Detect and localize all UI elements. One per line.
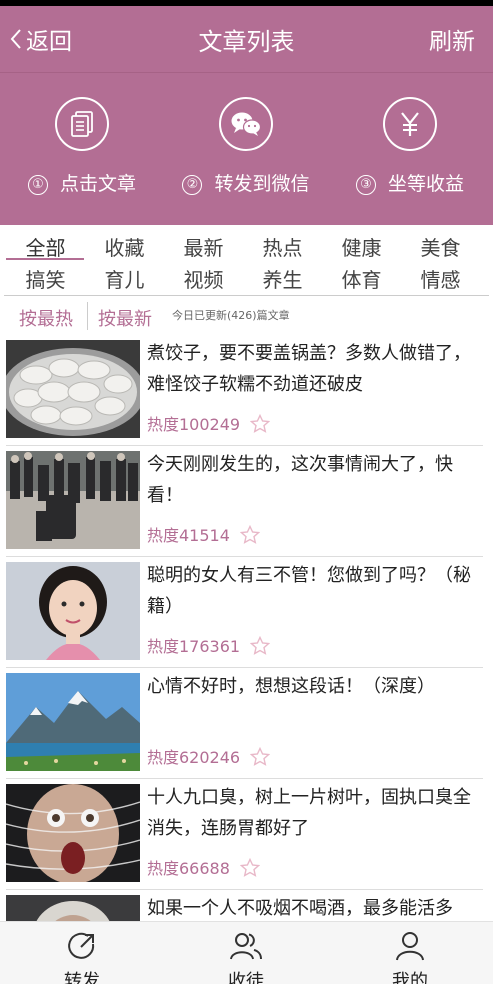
sort-bar: 按最热 按最新 今日已更新(426)篇文章	[0, 296, 493, 336]
category-health[interactable]: 健康	[322, 232, 401, 261]
sort-new-button[interactable]: 按最新	[98, 305, 152, 331]
category-latest[interactable]: 最新	[164, 232, 243, 261]
header: 返回 文章列表 刷新	[0, 6, 493, 72]
category-all[interactable]: 全部	[6, 232, 85, 261]
category-wellness[interactable]: 养生	[243, 264, 322, 293]
article-thumbnail-crowd	[6, 451, 140, 549]
article-title[interactable]: 今天刚刚发生的，这次事情闹大了，快看！	[147, 449, 480, 511]
tab-recruit-label: 收徒	[228, 971, 264, 984]
article-heat: 热度100249	[147, 411, 271, 435]
update-info: 今日已更新(426)篇文章	[172, 309, 290, 322]
sort-hot-button[interactable]: 按最热	[19, 305, 73, 331]
article-heat: 热度620246	[147, 744, 271, 768]
article-title[interactable]: 十人九口臭，树上一片树叶，固执口臭全消失，连肠胃都好了	[147, 782, 480, 844]
tab-profile-label: 我的	[392, 971, 428, 984]
star-icon[interactable]	[250, 413, 271, 433]
article-title[interactable]: 聪明的女人有三不管！您做到了吗？（秘籍）	[147, 560, 480, 622]
category-favorites[interactable]: 收藏	[85, 232, 164, 261]
article-thumbnail-dumplings	[6, 340, 140, 438]
tab-share-label: 转发	[64, 971, 100, 984]
active-category-underline	[6, 258, 84, 260]
category-sports[interactable]: 体育	[322, 264, 401, 293]
step-2: ② 转发到微信	[164, 73, 328, 225]
tab-share[interactable]: 转发	[0, 922, 164, 984]
article-heat: 热度176361	[147, 633, 271, 657]
refresh-button[interactable]: 刷新	[429, 22, 475, 56]
category-parenting[interactable]: 育儿	[85, 264, 164, 293]
star-icon[interactable]	[239, 857, 260, 877]
page-title: 文章列表	[198, 28, 295, 56]
category-hot[interactable]: 热点	[243, 232, 322, 261]
step-3: ③ 坐等收益	[328, 73, 492, 225]
category-funny[interactable]: 搞笑	[6, 264, 85, 293]
step-1: ① 点击文章	[0, 73, 164, 225]
users-icon	[230, 933, 262, 960]
article-item[interactable]: 心情不好时，想想这段话！（深度） 热度620246	[6, 669, 483, 779]
category-emotion[interactable]: 情感	[401, 264, 480, 293]
wechat-icon	[219, 97, 273, 151]
article-item[interactable]: 煮饺子，要不要盖锅盖？多数人做错了，难怪饺子软糯不劲道还破皮 热度100249	[6, 336, 483, 446]
article-thumbnail-face	[6, 784, 140, 882]
star-icon[interactable]	[250, 746, 271, 766]
article-item[interactable]: 聪明的女人有三不管！您做到了吗？（秘籍） 热度176361	[6, 558, 483, 668]
article-title[interactable]: 煮饺子，要不要盖锅盖？多数人做错了，难怪饺子软糯不劲道还破皮	[147, 338, 480, 400]
category-grid: 全部 收藏 最新 热点 健康 美食 搞笑 育儿 视频 养生 体育 情感	[0, 228, 493, 294]
article-thumbnail-woman	[6, 562, 140, 660]
sort-separator	[87, 302, 88, 330]
category-video[interactable]: 视频	[164, 264, 243, 293]
article-item[interactable]: 今天刚刚发生的，这次事情闹大了，快看！ 热度41514	[6, 447, 483, 557]
article-item[interactable]: 十人九口臭，树上一片树叶，固执口臭全消失，连肠胃都好了 热度66688	[6, 780, 483, 890]
tab-profile[interactable]: 我的	[328, 922, 492, 984]
star-icon[interactable]	[250, 635, 271, 655]
category-food[interactable]: 美食	[401, 232, 480, 261]
step-1-label: ① 点击文章	[0, 169, 164, 196]
steps-banner: ① 点击文章 ② 转发到微信 ③ 坐等收益	[0, 73, 493, 225]
step-2-label: ② 转发到微信	[164, 169, 328, 196]
yuan-icon	[383, 97, 437, 151]
article-thumbnail-mountains	[6, 673, 140, 771]
article-icon	[55, 97, 109, 151]
star-icon[interactable]	[239, 524, 260, 544]
article-heat: 热度66688	[147, 855, 260, 879]
article-heat: 热度41514	[147, 522, 260, 546]
user-icon	[396, 932, 424, 961]
article-title[interactable]: 心情不好时，想想这段话！（深度）	[147, 671, 480, 702]
tab-bar: 转发 收徒 我的	[0, 921, 493, 984]
article-title[interactable]: 如果一个人不吸烟不喝酒，最多能活多	[147, 893, 480, 924]
step-3-label: ③ 坐等收益	[328, 169, 492, 196]
tab-recruit[interactable]: 收徒	[164, 922, 328, 984]
share-icon	[68, 932, 95, 959]
